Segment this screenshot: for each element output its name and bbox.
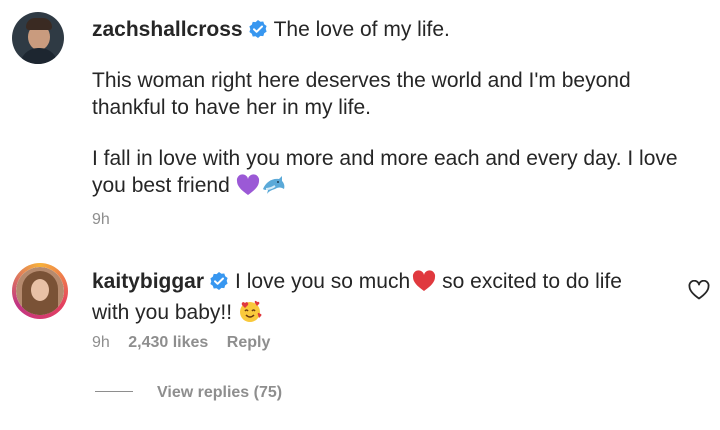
caption-paragraph-2: I fall in love with you more and more ea… <box>92 145 678 203</box>
red-heart-icon <box>412 270 436 299</box>
verified-badge-icon <box>248 19 268 46</box>
caption-first-line: zachshallcross The love of my life. <box>92 16 662 46</box>
dolphin-icon <box>260 174 286 203</box>
caption-timestamp: 9h <box>92 211 110 228</box>
smiling-face-with-hearts-icon <box>238 299 262 330</box>
comment-text: so excited to do life <box>442 270 622 293</box>
reply-button[interactable]: Reply <box>227 334 271 351</box>
caption-text-line: This woman right here deserves the world… <box>92 69 631 92</box>
replies-divider <box>95 391 133 392</box>
caption-text-line: you best friend <box>92 172 662 203</box>
comment-first-line: kaitybiggar I love you so much so excited … <box>92 268 662 299</box>
view-replies-label: View replies (75) <box>157 384 283 401</box>
comment-author-avatar[interactable] <box>12 263 68 319</box>
comment-username[interactable]: kaitybiggar <box>92 270 204 293</box>
view-replies-button[interactable]: View replies (75) <box>95 384 282 402</box>
like-comment-heart-icon[interactable] <box>688 279 710 300</box>
caption-paragraph-1: This woman right here deserves the world… <box>92 67 662 121</box>
comment-likes-count[interactable]: 2,430 likes <box>128 334 208 351</box>
caption-text-segment: you best friend <box>92 174 230 197</box>
comment: kaitybiggar I love you so much so excited … <box>92 268 662 330</box>
comment-meta: 9h 2,430 likes Reply <box>92 334 270 352</box>
caption-username[interactable]: zachshallcross <box>92 18 243 41</box>
comment-text: with you baby!! <box>92 301 233 324</box>
comment-second-line: with you baby!! <box>92 299 662 330</box>
purple-heart-icon <box>236 174 260 203</box>
comment-timestamp: 9h <box>92 334 110 351</box>
caption-text: The love of my life. <box>273 18 450 41</box>
verified-badge-icon <box>209 271 229 298</box>
caption-author-avatar[interactable] <box>12 12 64 64</box>
caption-text-line: thankful to have her in my life. <box>92 96 371 119</box>
comment-text: I love you so much <box>235 270 411 293</box>
caption-text-line: I fall in love with you more and more ea… <box>92 147 678 170</box>
caption: zachshallcross The love of my life. <box>92 16 662 46</box>
